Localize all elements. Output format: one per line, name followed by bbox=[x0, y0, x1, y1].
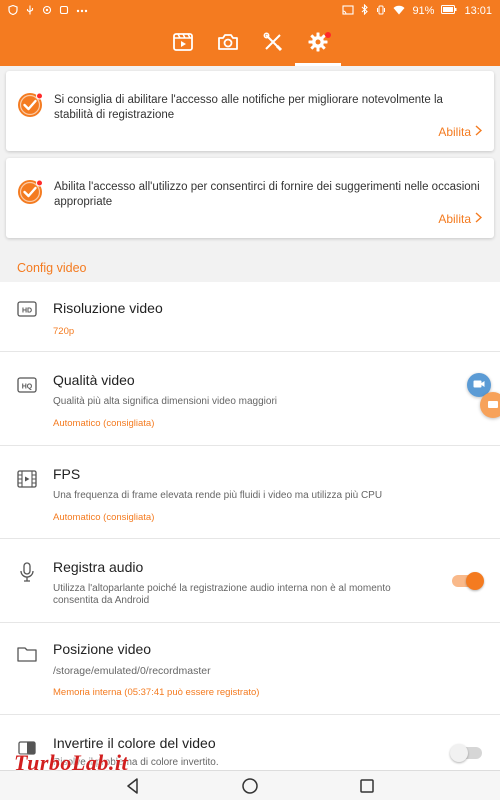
toggle-knob bbox=[466, 572, 484, 590]
setting-title: Invertire il colore del video bbox=[53, 735, 216, 751]
enable-usage-access-button[interactable]: Abilita bbox=[438, 212, 483, 226]
usb-debug-icon bbox=[42, 5, 52, 18]
setting-value: Memoria interna (05:37:41 può essere reg… bbox=[53, 687, 260, 698]
toolbox-icon bbox=[487, 396, 499, 414]
status-left-icons bbox=[8, 4, 88, 18]
microphone-icon bbox=[16, 561, 38, 583]
tab-settings[interactable] bbox=[295, 22, 341, 66]
home-icon[interactable] bbox=[241, 777, 259, 795]
recent-apps-icon[interactable] bbox=[358, 777, 376, 795]
tab-screenshots[interactable] bbox=[205, 22, 251, 66]
watermark-logo: TurboLab.it bbox=[14, 750, 129, 775]
setting-video-location[interactable]: Posizione video /storage/emulated/0/reco… bbox=[0, 623, 500, 715]
notification-access-card: Si consiglia di abilitare l'accesso alle… bbox=[6, 71, 494, 151]
setting-description: Utilizza l'altoparlante poiché la regist… bbox=[53, 583, 391, 606]
video-settings-list: HD Risoluzione video 720p HQ Qualità vid… bbox=[0, 282, 500, 770]
security-icon bbox=[59, 5, 69, 18]
video-list-icon bbox=[173, 32, 193, 56]
cast-icon bbox=[342, 4, 354, 18]
setting-title: Posizione video bbox=[53, 641, 152, 657]
hq-icon: HQ bbox=[16, 374, 38, 396]
enable-notifications-button[interactable]: Abilita bbox=[438, 125, 483, 139]
setting-title: FPS bbox=[53, 466, 81, 482]
video-camera-icon bbox=[473, 376, 485, 394]
record-audio-toggle[interactable] bbox=[452, 572, 484, 590]
enable-label: Abilita bbox=[438, 212, 471, 226]
more-notifications-icon bbox=[76, 6, 88, 16]
setting-record-audio[interactable]: Registra audio Utilizza l'altoparlante p… bbox=[0, 539, 500, 623]
folder-icon bbox=[16, 643, 38, 665]
setting-value: Automatico (consigliata) bbox=[53, 512, 155, 523]
hd-icon: HD bbox=[16, 298, 38, 320]
usage-access-card: Abilita l'accesso all'utilizzo per conse… bbox=[6, 158, 494, 238]
setting-video-quality[interactable]: HQ Qualità video Qualità più alta signif… bbox=[0, 352, 500, 446]
setting-description: Una frequenza di frame elevata rende più… bbox=[53, 490, 383, 501]
setting-video-resolution[interactable]: HD Risoluzione video 720p bbox=[0, 282, 500, 352]
enable-label: Abilita bbox=[438, 125, 471, 139]
check-badge-icon bbox=[16, 91, 44, 119]
back-icon[interactable] bbox=[124, 777, 142, 795]
chevron-right-icon bbox=[475, 125, 483, 139]
setting-title: Risoluzione video bbox=[53, 300, 163, 316]
setting-title: Registra audio bbox=[53, 559, 144, 575]
check-badge-icon bbox=[16, 178, 44, 206]
card-message: Abilita l'accesso all'utilizzo per conse… bbox=[54, 181, 480, 208]
section-title: Config video bbox=[17, 261, 87, 275]
setting-value: Automatico (consigliata) bbox=[53, 418, 155, 429]
setting-title: Qualità video bbox=[53, 372, 135, 388]
floating-toolbox-bubble[interactable] bbox=[480, 392, 500, 418]
card-message: Si consiglia di abilitare l'accesso alle… bbox=[54, 94, 443, 121]
setting-value: 720p bbox=[53, 326, 75, 337]
invert-color-toggle[interactable] bbox=[450, 744, 482, 762]
battery-icon bbox=[441, 5, 457, 17]
svg-text:HD: HD bbox=[22, 308, 32, 315]
shield-icon bbox=[8, 4, 18, 18]
vibrate-icon bbox=[376, 5, 386, 18]
app-tab-bar bbox=[0, 22, 500, 66]
status-bar: 91% 13:01 bbox=[0, 0, 500, 22]
setting-description: /storage/emulated/0/recordmaster bbox=[53, 665, 211, 677]
tab-tools[interactable] bbox=[250, 22, 296, 66]
camera-icon bbox=[218, 33, 238, 56]
usb-icon bbox=[25, 5, 35, 18]
chevron-right-icon bbox=[475, 212, 483, 226]
film-icon bbox=[16, 468, 38, 490]
toggle-knob bbox=[450, 744, 468, 762]
setting-fps[interactable]: FPS Una frequenza di frame elevata rende… bbox=[0, 446, 500, 539]
tab-videos[interactable] bbox=[160, 22, 206, 66]
tools-icon bbox=[263, 32, 283, 57]
notification-dot bbox=[325, 32, 331, 38]
wifi-icon bbox=[393, 5, 405, 18]
clock: 13:01 bbox=[464, 5, 492, 17]
svg-text:HQ: HQ bbox=[22, 384, 33, 391]
bluetooth-icon bbox=[361, 3, 369, 18]
setting-description: Qualità più alta significa dimensioni vi… bbox=[53, 396, 278, 407]
battery-percentage: 91% bbox=[412, 5, 435, 17]
status-right-icons: 91% 13:01 bbox=[342, 3, 492, 18]
